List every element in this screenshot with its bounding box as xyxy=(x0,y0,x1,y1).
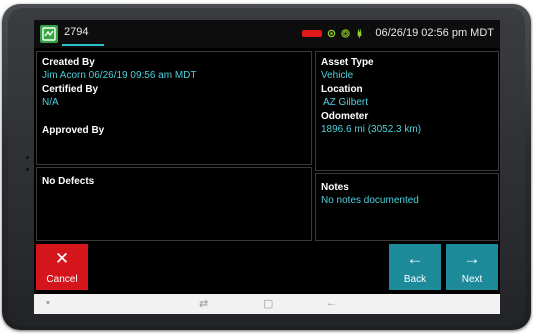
asset-type-label: Asset Type xyxy=(321,57,374,68)
created-by-label: Created By xyxy=(42,57,95,68)
location-value: AZ Gilbert xyxy=(323,97,369,108)
notes-label: Notes xyxy=(321,182,349,193)
asset-info-panel: Asset Type Vehicle Location AZ Gilbert O… xyxy=(315,51,499,171)
back-button-label: Back xyxy=(403,273,427,285)
notes-panel[interactable]: Notes No notes documented xyxy=(315,173,499,241)
created-by-value: Jim Acorn 06/26/19 09:56 am MDT xyxy=(42,70,197,81)
active-tab-indicator xyxy=(62,44,104,46)
sensor-dot xyxy=(26,168,29,171)
approved-by-label: Approved By xyxy=(42,125,105,136)
system-nav-bar: • ⇄ ▢ ← xyxy=(34,294,500,314)
connection-icon xyxy=(341,28,351,38)
power-icon xyxy=(358,28,362,38)
defects-label: No Defects xyxy=(42,176,95,187)
system-back-icon[interactable]: ← xyxy=(326,297,337,309)
next-button-label: Next xyxy=(461,273,483,285)
odometer-value: 1896.6 mi (3052.3 km) xyxy=(321,124,422,135)
camera-dot xyxy=(26,156,29,159)
top-bar: 2794 06/26/19 02:56 pm MDT xyxy=(34,20,500,48)
app-logo-icon[interactable] xyxy=(40,25,58,43)
asset-type-value: Vehicle xyxy=(321,70,354,81)
cancel-button[interactable]: ✕ Cancel xyxy=(36,244,88,290)
arrow-left-icon: ← xyxy=(406,248,424,268)
app-screen: 2794 06/26/19 02:56 pm MDT Created By Ji… xyxy=(34,20,500,314)
certified-by-label: Certified By xyxy=(42,84,99,95)
datetime-display: 06/26/19 02:56 pm MDT xyxy=(375,27,494,39)
close-icon: ✕ xyxy=(54,248,70,268)
cancel-button-label: Cancel xyxy=(46,273,78,285)
inspection-info-panel: Created By Jim Acorn 06/26/19 09:56 am M… xyxy=(36,51,312,165)
odometer-label: Odometer xyxy=(321,111,369,122)
home-icon[interactable]: ▢ xyxy=(263,297,273,310)
certified-by-value: N/A xyxy=(42,97,59,108)
tab-2794[interactable]: 2794 xyxy=(64,26,88,38)
battery-icon xyxy=(302,29,323,37)
location-label: Location xyxy=(321,84,363,95)
next-button[interactable]: → Next xyxy=(446,244,498,290)
arrow-right-icon: → xyxy=(463,248,481,268)
gps-icon xyxy=(328,29,336,37)
status-area: 06/26/19 02:56 pm MDT xyxy=(302,27,494,39)
recent-apps-icon[interactable]: ⇄ xyxy=(199,297,208,310)
notes-value: No notes documented xyxy=(321,195,419,206)
defects-panel[interactable]: No Defects xyxy=(36,167,312,241)
nav-dot-icon: • xyxy=(46,297,50,309)
back-button[interactable]: ← Back xyxy=(389,244,441,290)
